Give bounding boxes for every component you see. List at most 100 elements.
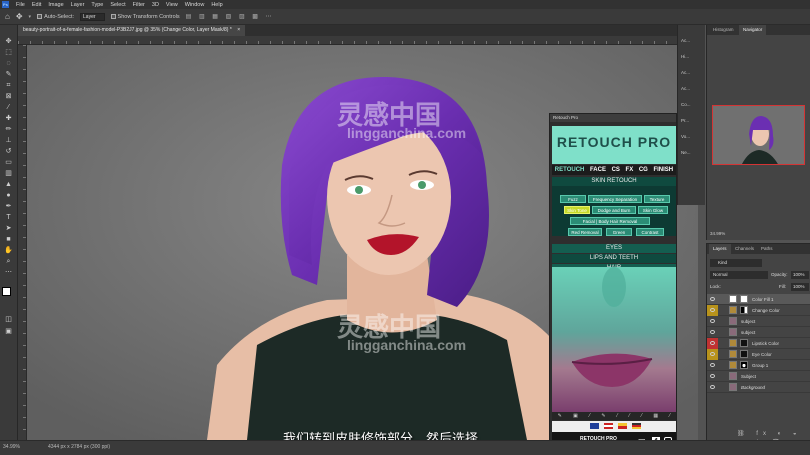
fill-value[interactable]: 100%: [791, 283, 809, 291]
layer-row[interactable]: Eye Color: [707, 349, 810, 360]
visibility-eye-icon[interactable]: [710, 319, 715, 323]
menu-type[interactable]: Type: [91, 2, 103, 8]
quick-select-tool-icon[interactable]: ✎: [3, 70, 14, 79]
flag-uk-icon[interactable]: [590, 423, 599, 429]
tool-small-icon-8[interactable]: ▦: [653, 413, 658, 419]
menu-help[interactable]: Help: [211, 2, 222, 8]
document-tab[interactable]: beauty-portrait-of-a-female-fashion-mode…: [18, 25, 246, 36]
status-zoom[interactable]: 34.99%: [3, 444, 20, 450]
eraser-tool-icon[interactable]: ▭: [3, 158, 14, 167]
clone-stamp-tool-icon[interactable]: ⊥: [3, 136, 14, 145]
adjustments-panel-icon[interactable]: Ac...: [681, 67, 703, 78]
blend-mode-dropdown[interactable]: Normal: [710, 271, 768, 279]
layer-kind-filter[interactable]: Kind: [710, 259, 762, 267]
menu-layer[interactable]: Layer: [71, 2, 85, 8]
layer-mask-thumbnail[interactable]: [740, 295, 748, 303]
facial-body-hair-removal-button[interactable]: Facial | Body Hair Removal: [570, 217, 650, 225]
show-transform-option[interactable]: Show Transform Controls: [110, 14, 180, 20]
hand-tool-icon[interactable]: ✋: [3, 246, 14, 255]
screen-mode-icon[interactable]: ▣: [3, 327, 14, 336]
history-panel-icon[interactable]: Hi...: [681, 51, 703, 62]
visibility-eye-icon[interactable]: [710, 385, 715, 389]
healing-brush-tool-icon[interactable]: ✚: [3, 114, 14, 123]
brush-tool-icon[interactable]: ✏: [3, 125, 14, 134]
tab-channels[interactable]: Channels: [731, 244, 758, 254]
menu-edit[interactable]: Edit: [32, 2, 41, 8]
visibility-eye-icon[interactable]: [710, 297, 715, 301]
gradient-tool-icon[interactable]: ▥: [3, 169, 14, 178]
layer-row[interactable]: Group 1: [707, 360, 810, 371]
layer-row[interactable]: Subject: [707, 371, 810, 382]
menu-image[interactable]: Image: [48, 2, 63, 8]
layer-row[interactable]: Lipstick Color: [707, 338, 810, 349]
visibility-eye-icon[interactable]: [710, 308, 715, 312]
fuzz-button[interactable]: Fuzz: [560, 195, 586, 203]
dodge-and-burn-button[interactable]: Dodge and Burn: [592, 206, 636, 214]
layer-row[interactable]: subject: [707, 316, 810, 327]
frequency-separation-button[interactable]: Frequency Separation: [588, 195, 642, 203]
lasso-tool-icon[interactable]: ◌: [3, 59, 14, 68]
menu-file[interactable]: File: [16, 2, 25, 8]
nav-retouch[interactable]: RETOUCH: [555, 167, 585, 173]
navigator-zoom[interactable]: 34.99%: [710, 231, 725, 236]
auto-select-checkbox[interactable]: [37, 14, 43, 19]
layer-row[interactable]: Change Color: [707, 305, 810, 316]
type-tool-icon[interactable]: T: [3, 213, 14, 222]
texture-button[interactable]: Texture: [644, 195, 670, 203]
skin-glow-button[interactable]: Skin Glow: [638, 206, 668, 214]
layer-small-icon[interactable]: ▣: [573, 413, 578, 419]
layer-mask-thumbnail[interactable]: [740, 339, 748, 347]
shape-tool-icon[interactable]: ■: [3, 235, 14, 244]
volume-panel-icon[interactable]: Vo...: [681, 131, 703, 142]
menu-filter[interactable]: Filter: [133, 2, 145, 8]
frame-tool-icon[interactable]: ⊠: [3, 92, 14, 101]
tab-layers[interactable]: Layers: [709, 244, 731, 254]
layer-mask-thumbnail[interactable]: [740, 350, 748, 358]
flag-icon-3[interactable]: [618, 423, 627, 429]
move-tool-icon[interactable]: ✥: [16, 12, 23, 21]
brush-small-icon[interactable]: ✎: [558, 413, 562, 419]
align-icons[interactable]: ▤ ▥ ▦ ▧ ▨ ▩ ⋯: [186, 13, 275, 20]
visibility-eye-icon[interactable]: [710, 374, 715, 378]
visibility-eye-icon[interactable]: [710, 330, 715, 334]
color-panel-icon[interactable]: Co...: [681, 99, 703, 110]
quick-mask-icon[interactable]: ◫: [3, 315, 14, 324]
menu-3d[interactable]: 3D: [152, 2, 159, 8]
nav-cs[interactable]: CS: [612, 167, 620, 173]
home-icon[interactable]: ⌂: [5, 12, 10, 21]
show-transform-checkbox[interactable]: [110, 14, 116, 19]
skin-tone-button[interactable]: Skin Tone: [564, 206, 590, 214]
flag-icon-2[interactable]: [604, 423, 613, 429]
lips-teeth-section[interactable]: LIPS AND TEETH: [552, 254, 676, 263]
actions-panel-icon[interactable]: Ac...: [681, 35, 703, 46]
close-tab-icon[interactable]: ×: [237, 27, 240, 33]
layer-row[interactable]: subject: [707, 327, 810, 338]
layer-mask-thumbnail[interactable]: [740, 306, 748, 314]
tab-paths[interactable]: Paths: [757, 244, 777, 254]
nav-face[interactable]: FACE: [590, 167, 606, 173]
path-select-tool-icon[interactable]: ➤: [3, 224, 14, 233]
tool-small-icon-4[interactable]: ✎: [601, 413, 605, 419]
skin-retouch-header[interactable]: SKIN RETOUCH: [552, 177, 676, 186]
green-button[interactable]: Green: [606, 228, 632, 236]
eyedropper-tool-icon[interactable]: ⁄: [3, 103, 14, 112]
layer-mask-thumbnail[interactable]: [740, 361, 748, 369]
history-brush-tool-icon[interactable]: ↺: [3, 147, 14, 156]
zoom-tool-icon[interactable]: ⌕: [3, 257, 14, 266]
pen-tool-icon[interactable]: ✒: [3, 202, 14, 211]
flag-icon-4[interactable]: [632, 423, 641, 429]
tool-preset-chevron-icon[interactable]: ▾: [29, 14, 32, 20]
auto-select-option[interactable]: Auto-Select:: [37, 14, 74, 20]
eyes-section[interactable]: EYES: [552, 244, 676, 253]
tab-navigator[interactable]: Navigator: [739, 25, 767, 35]
auto-select-target-dropdown[interactable]: Layer: [80, 12, 105, 21]
tool-small-icon-9[interactable]: ⁄: [669, 413, 670, 419]
contrast-button[interactable]: Contrast: [636, 228, 664, 236]
menu-window[interactable]: Window: [185, 2, 205, 8]
dodge-tool-icon[interactable]: ●: [3, 191, 14, 200]
opacity-value[interactable]: 100%: [791, 271, 809, 279]
actions2-panel-icon[interactable]: Ac...: [681, 83, 703, 94]
visibility-eye-icon[interactable]: [710, 341, 715, 345]
marquee-tool-icon[interactable]: ⬚: [3, 48, 14, 57]
nav-cg[interactable]: CG: [639, 167, 648, 173]
